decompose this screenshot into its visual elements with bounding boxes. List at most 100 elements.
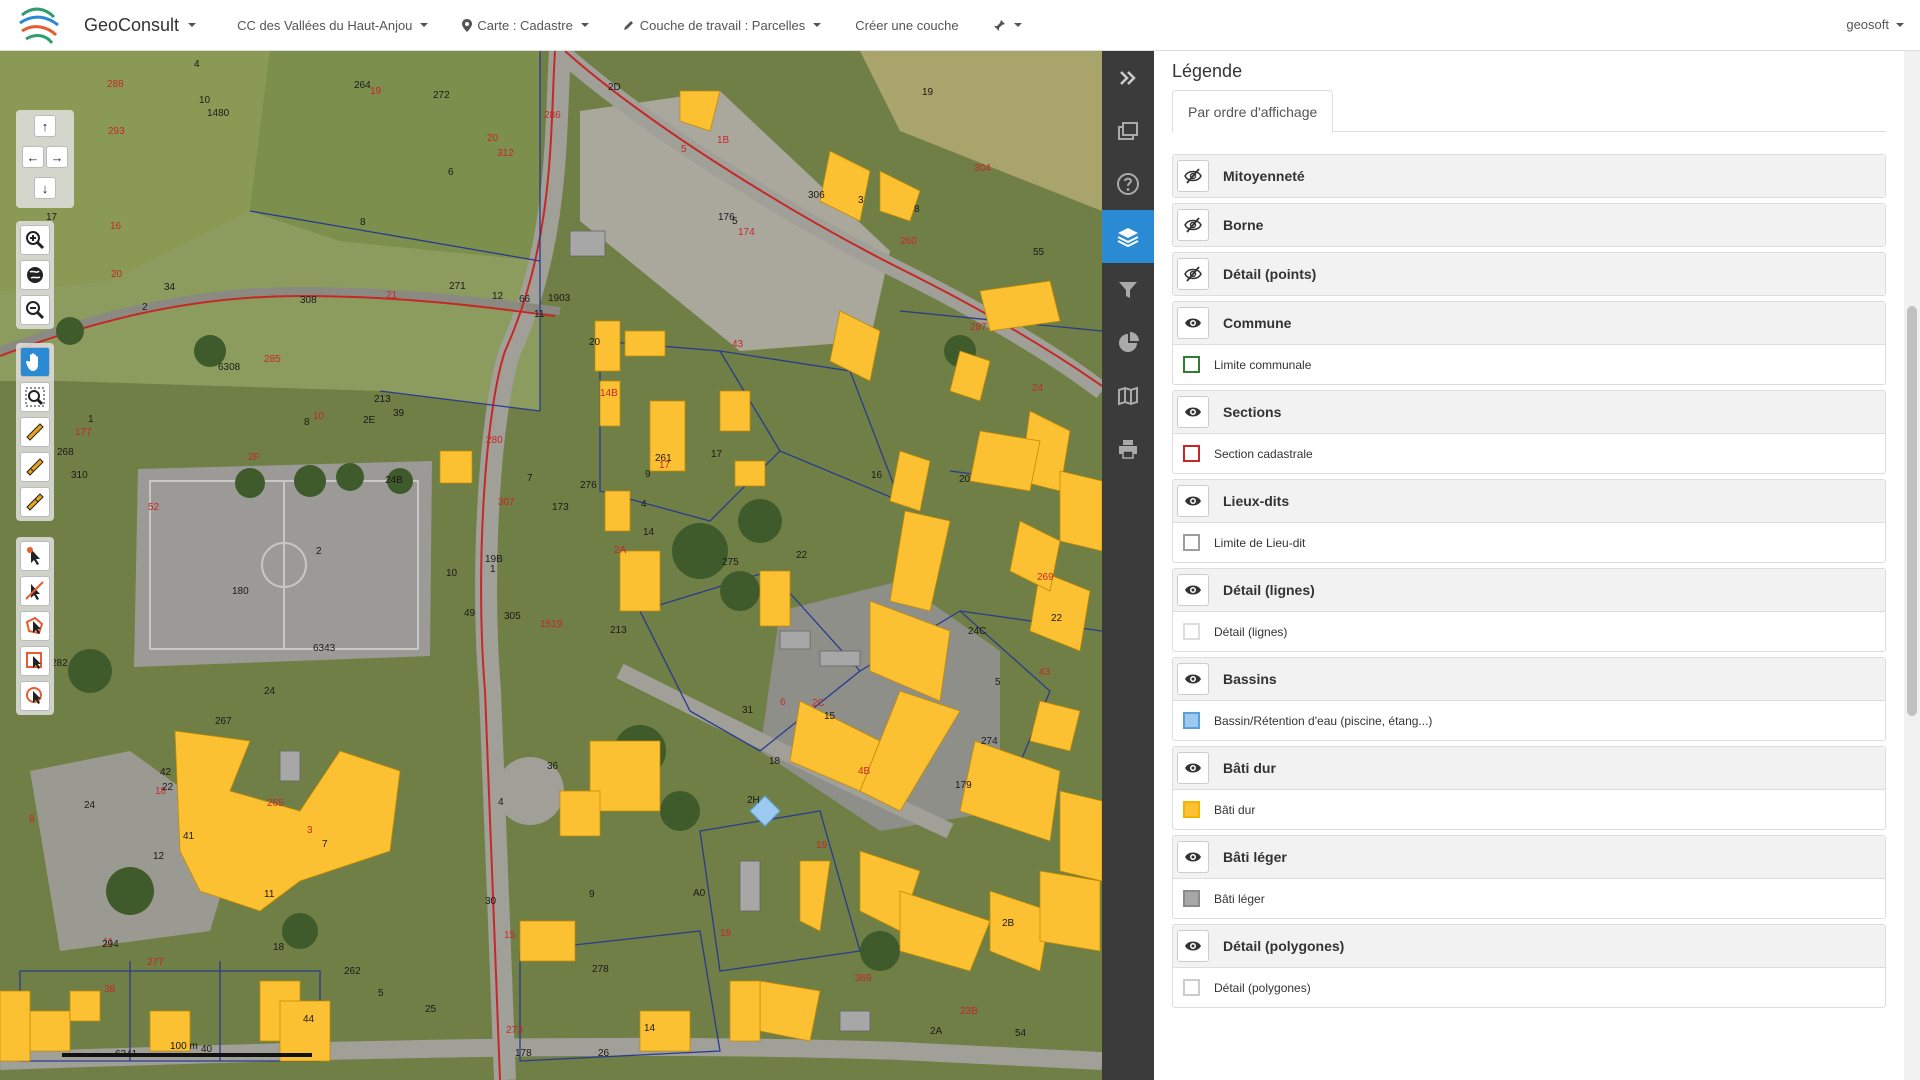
cursor-circle-icon xyxy=(26,687,42,704)
legend-symbol-label: Bâti léger xyxy=(1214,891,1265,906)
map-marker-icon xyxy=(462,18,473,32)
parcel-number-label: 6308 xyxy=(218,362,241,373)
measure-angle-button[interactable] xyxy=(20,487,50,517)
cursor-select-icon xyxy=(27,547,40,565)
legend-layer-header[interactable]: Mitoyenneté xyxy=(1173,155,1885,197)
create-layer-link[interactable]: Créer une couche xyxy=(855,18,958,33)
parcel-number-label: 260 xyxy=(900,236,917,247)
measure-area-button[interactable] xyxy=(20,452,50,482)
parcel-number-label: 2D xyxy=(608,82,621,93)
pan-right-button[interactable]: → xyxy=(46,146,68,168)
legend-panel: Légende Par ordre d'affichage Mitoyennet… xyxy=(1154,51,1904,1080)
app-brand-menu[interactable]: GeoConsult xyxy=(84,15,197,36)
eye-icon xyxy=(1185,852,1201,862)
legend-layer-name: Mitoyenneté xyxy=(1223,168,1305,184)
printer-icon xyxy=(1119,439,1137,459)
pan-up-button[interactable]: ↑ xyxy=(34,115,56,137)
legend-layer-header[interactable]: Borne xyxy=(1173,204,1885,246)
caret-down-icon xyxy=(813,23,822,27)
zoom-out-button[interactable] xyxy=(20,295,50,325)
visibility-toggle[interactable] xyxy=(1177,396,1209,428)
parcel-number-label: 22 xyxy=(1051,613,1063,624)
visibility-toggle[interactable] xyxy=(1177,258,1209,290)
legend-symbol-label: Bâti dur xyxy=(1214,802,1256,817)
legend-tab[interactable] xyxy=(1102,210,1154,263)
parcel-number-label: 293 xyxy=(108,126,125,137)
parcel-number-label: 178 xyxy=(515,1048,532,1059)
zoom-in-button[interactable] xyxy=(20,225,50,255)
windows-tab[interactable] xyxy=(1102,104,1154,157)
legend-layer-header[interactable]: Commune xyxy=(1173,302,1885,344)
scale-bar xyxy=(62,1053,312,1057)
measure-distance-button[interactable] xyxy=(20,417,50,447)
legend-layer-header[interactable]: Lieux-dits xyxy=(1173,480,1885,522)
statistics-tab[interactable] xyxy=(1102,316,1154,369)
pan-down-button[interactable]: ↓ xyxy=(34,177,56,199)
parcel-number-label: 44 xyxy=(303,1014,315,1025)
select-line-button[interactable] xyxy=(20,576,50,606)
visibility-toggle[interactable] xyxy=(1177,485,1209,517)
pan-hand-button[interactable] xyxy=(20,347,50,377)
legend-title: Légende xyxy=(1172,61,1243,81)
parcel-number-label: 4 xyxy=(194,59,200,70)
caret-down-icon xyxy=(420,23,429,27)
visibility-toggle[interactable] xyxy=(1177,160,1209,192)
pan-left-button[interactable]: ← xyxy=(22,146,44,168)
tab-display-order[interactable]: Par ordre d'affichage xyxy=(1172,90,1334,133)
legend-layer-header[interactable]: Sections xyxy=(1173,391,1885,433)
map-selector[interactable]: Carte : Cadastre xyxy=(462,18,589,33)
eye-slash-icon xyxy=(1184,217,1202,233)
tools-menu[interactable] xyxy=(993,19,1022,32)
parcel-number-label: 174 xyxy=(738,227,755,238)
zoom-box-button[interactable] xyxy=(20,382,50,412)
parcel-number-label: 2H xyxy=(747,795,760,806)
maps-tab[interactable] xyxy=(1102,369,1154,422)
visibility-toggle[interactable] xyxy=(1177,930,1209,962)
scrollbar-thumb[interactable] xyxy=(1907,306,1917,716)
print-tab[interactable] xyxy=(1102,422,1154,475)
zoom-extent-button[interactable] xyxy=(20,260,50,290)
parcel-number-label: 213 xyxy=(374,394,391,405)
legend-layer-header[interactable]: Détail (points) xyxy=(1173,253,1885,295)
parcel-number-label: 6 xyxy=(780,697,786,708)
select-rectangle-button[interactable] xyxy=(20,646,50,676)
parcel-number-label: 6343 xyxy=(313,643,336,654)
collapse-panel-button[interactable] xyxy=(1102,51,1154,104)
visibility-toggle[interactable] xyxy=(1177,841,1209,873)
filter-tab[interactable] xyxy=(1102,263,1154,316)
working-layer-selector[interactable]: Couche de travail : Parcelles xyxy=(623,18,822,33)
legend-layer: Détail (lignes) Détail (lignes) xyxy=(1172,568,1886,652)
visibility-toggle[interactable] xyxy=(1177,752,1209,784)
legend-layer-header[interactable]: Bâti dur xyxy=(1173,747,1885,789)
legend-layer-header[interactable]: Bâti léger xyxy=(1173,836,1885,878)
panel-scrollbar[interactable] xyxy=(1904,51,1920,1080)
parcel-number-label: 39 xyxy=(393,408,405,419)
parcel-number-label: 19 xyxy=(370,86,382,97)
community-menu[interactable]: CC des Vallées du Haut-Anjou xyxy=(237,18,429,33)
legend-layer-header[interactable]: Détail (lignes) xyxy=(1173,569,1885,611)
select-polygon-button[interactable] xyxy=(20,611,50,641)
parcel-number-label: 5 xyxy=(681,144,687,155)
visibility-toggle[interactable] xyxy=(1177,574,1209,606)
map-view[interactable]: 1519 2 1 11 9 7 1B 1903 5 2A 1480 54 52 55 49 43 40 12 14B… xyxy=(0,51,1102,1080)
cursor-rectangle-icon xyxy=(26,652,42,669)
user-menu[interactable]: geosoft xyxy=(1846,17,1904,32)
legend-layer-header[interactable]: Détail (polygones) xyxy=(1173,925,1885,967)
select-circle-button[interactable] xyxy=(20,681,50,711)
visibility-toggle[interactable] xyxy=(1177,209,1209,241)
select-point-button[interactable] xyxy=(20,541,50,571)
question-icon xyxy=(1117,172,1139,195)
visibility-toggle[interactable] xyxy=(1177,307,1209,339)
legend-layer-header[interactable]: Bassins xyxy=(1173,658,1885,700)
map-icon xyxy=(1118,386,1138,405)
visibility-toggle[interactable] xyxy=(1177,663,1209,695)
pie-chart-icon xyxy=(1119,331,1139,352)
pencil-icon xyxy=(623,21,633,30)
eye-slash-icon xyxy=(1184,266,1202,282)
legend-symbol-label: Limite communale xyxy=(1214,357,1312,372)
aerial-map-canvas[interactable]: 15192111971B190352A14805452554943401214B… xyxy=(0,51,1102,1080)
parcel-number-label: 11 xyxy=(534,309,545,320)
parcel-number-label: 18 xyxy=(769,756,781,767)
help-tab[interactable] xyxy=(1102,157,1154,210)
legend-layer: Détail (points) xyxy=(1172,252,1886,296)
